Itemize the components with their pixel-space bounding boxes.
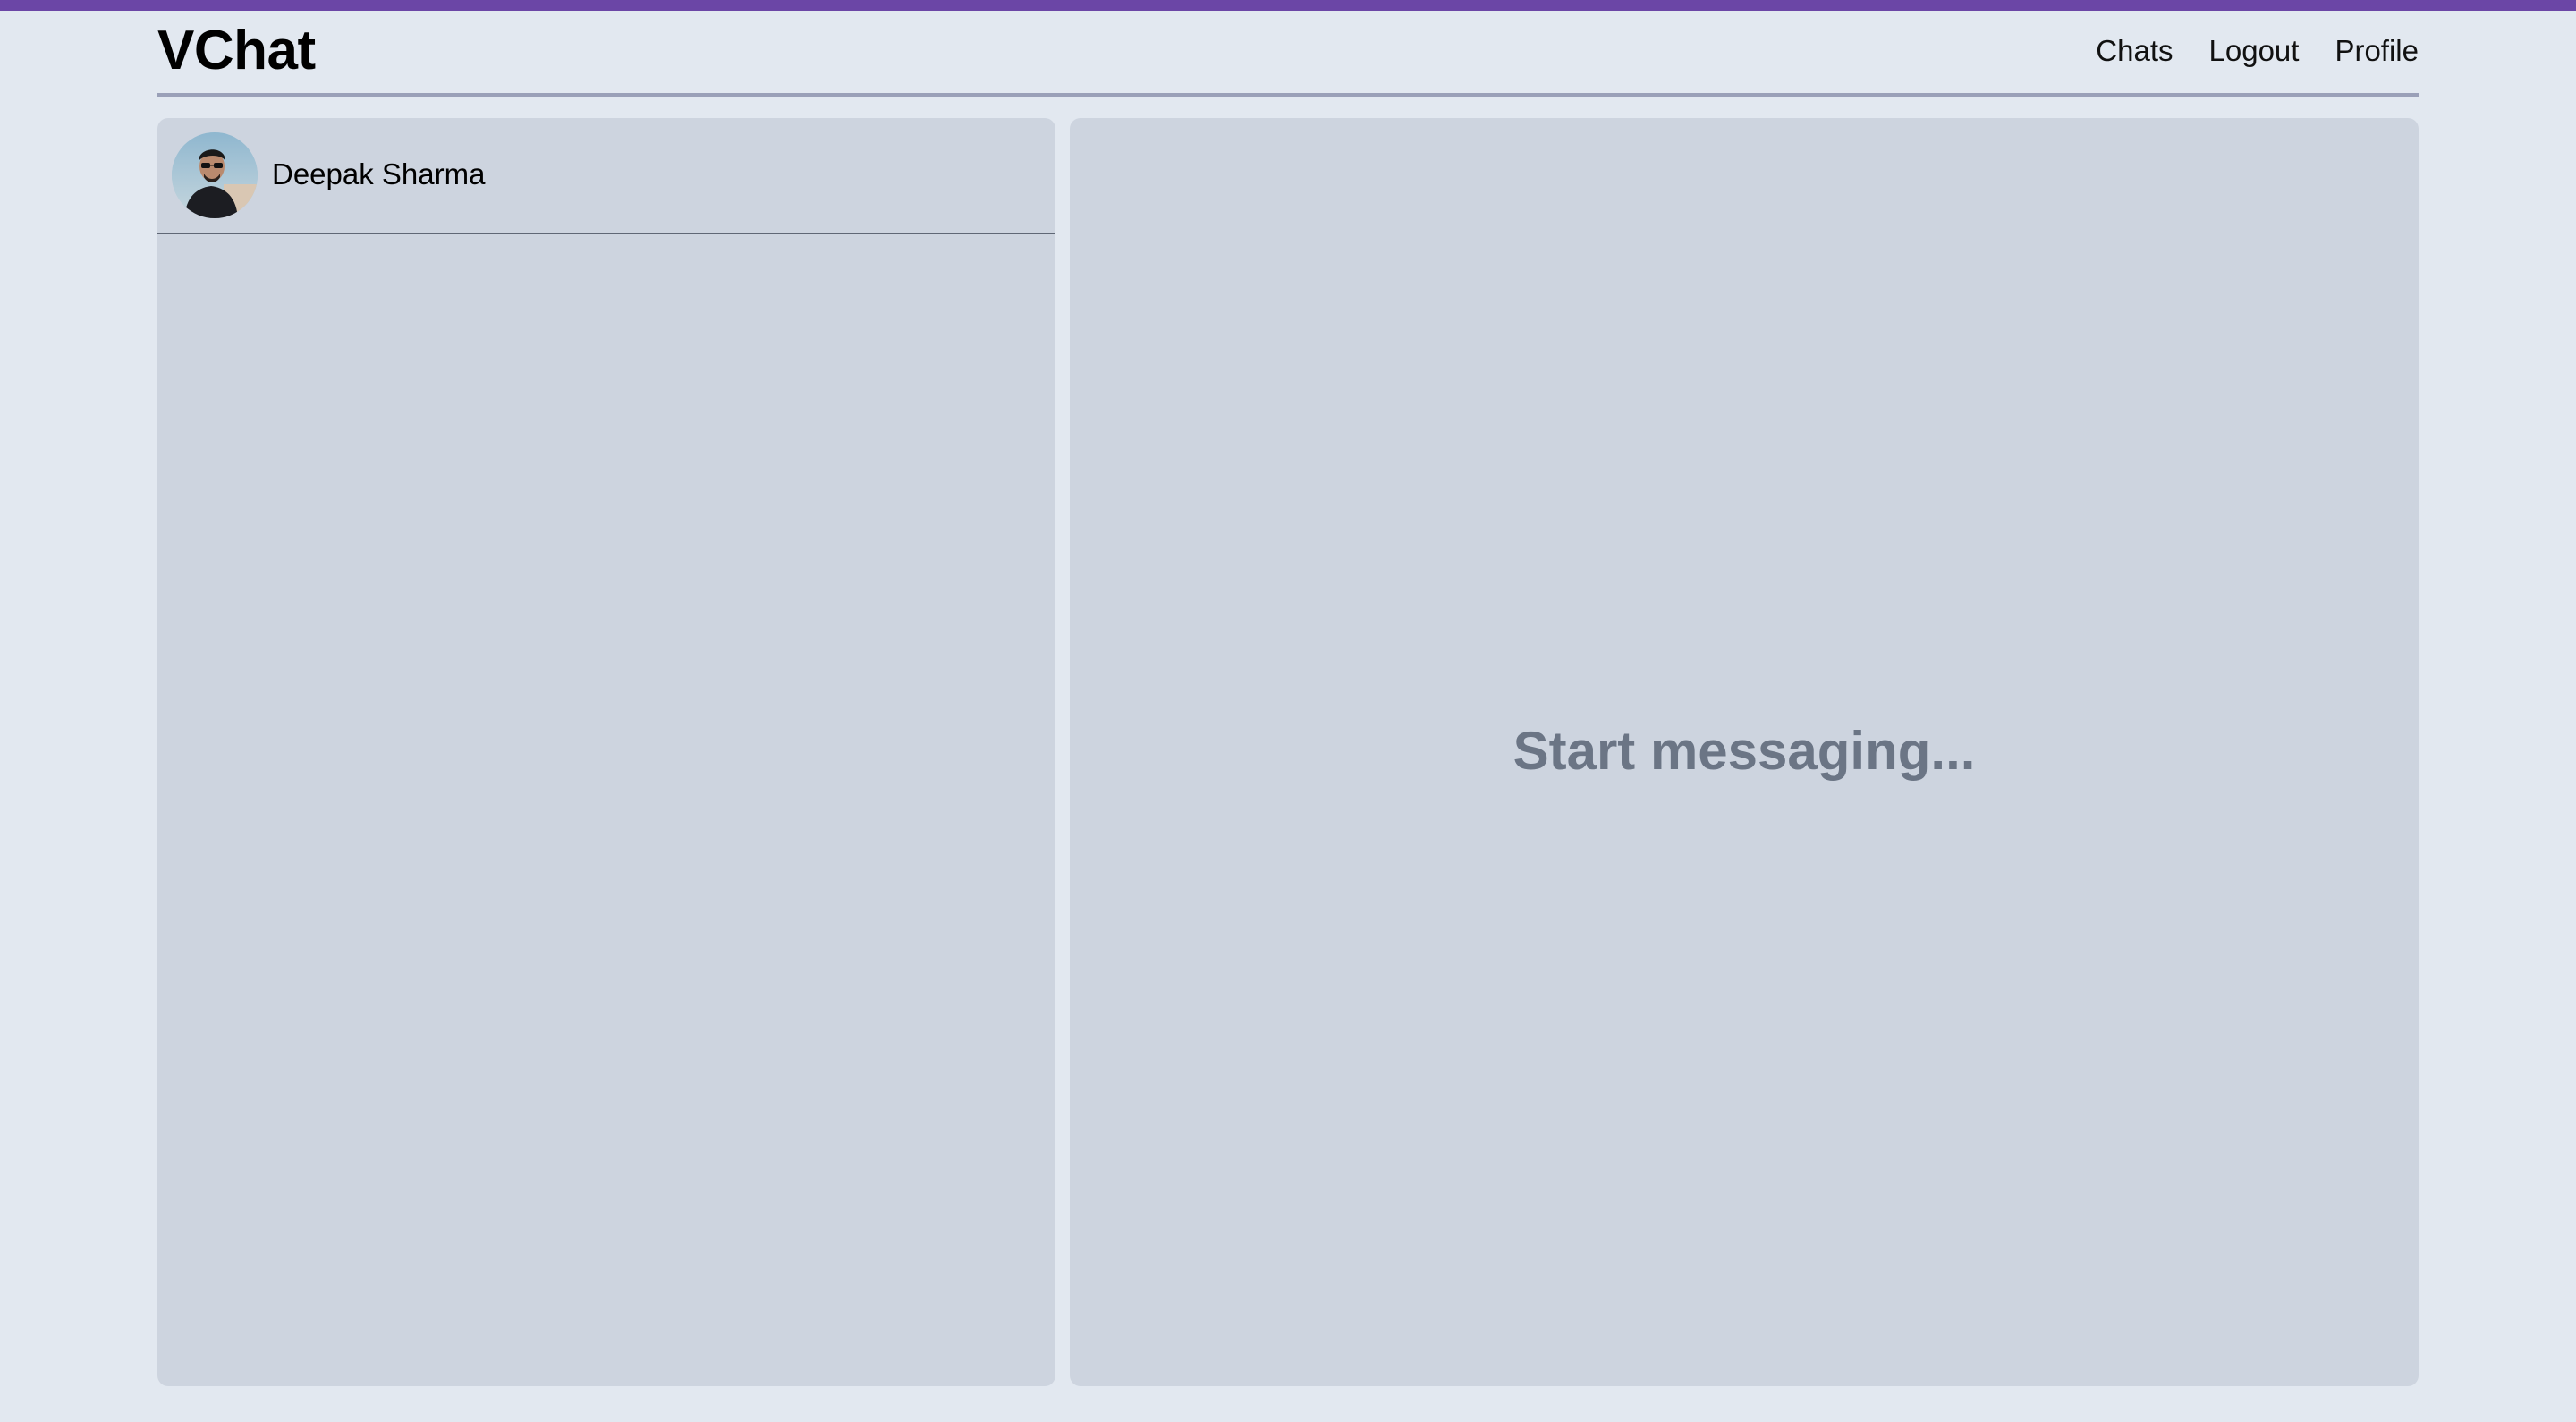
chat-list-item[interactable]: Deepak Sharma bbox=[157, 118, 1055, 234]
app-logo[interactable]: VChat bbox=[157, 23, 316, 79]
avatar bbox=[172, 132, 258, 218]
nav-logout-link[interactable]: Logout bbox=[2209, 36, 2300, 65]
nav-chats-link[interactable]: Chats bbox=[2096, 36, 2173, 65]
conversation-panel: Start messaging... bbox=[1070, 118, 2419, 1386]
chat-contact-name: Deepak Sharma bbox=[272, 157, 486, 190]
empty-state-message: Start messaging... bbox=[1513, 721, 1976, 781]
top-accent-bar bbox=[0, 0, 2576, 11]
app-header: VChat Chats Logout Profile bbox=[157, 11, 2419, 97]
user-photo-icon bbox=[172, 132, 258, 218]
main-nav: Chats Logout Profile bbox=[2096, 36, 2419, 65]
nav-profile-link[interactable]: Profile bbox=[2334, 36, 2419, 65]
chat-list-panel: Deepak Sharma bbox=[157, 118, 1055, 1386]
